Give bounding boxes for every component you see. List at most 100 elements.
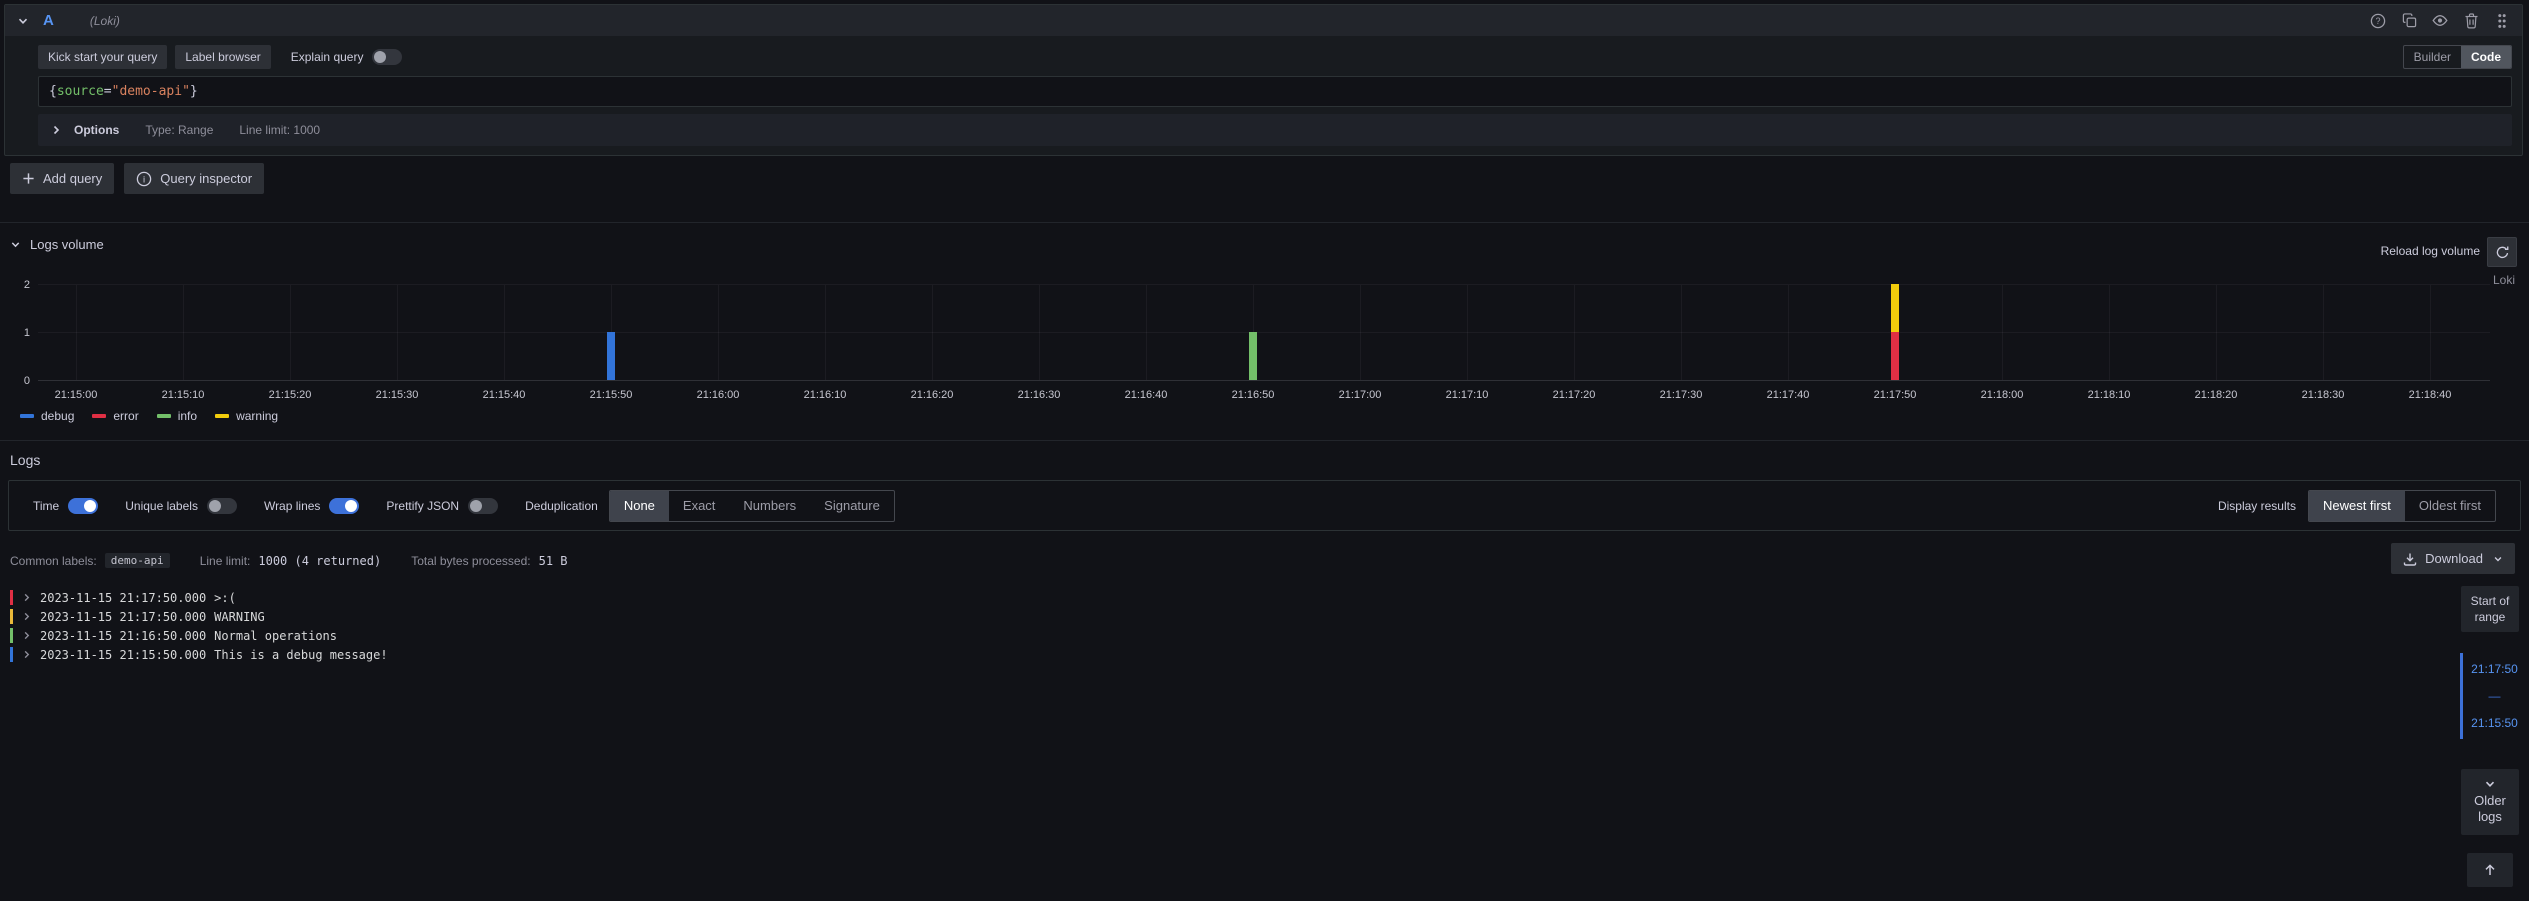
hide-response-eye-icon[interactable] [2432,13,2448,29]
chart-gridline-v [1681,285,1682,380]
help-icon[interactable]: ? [2370,13,2386,29]
remove-query-trash-icon[interactable] [2463,13,2479,29]
logs-title: Logs [10,452,40,468]
add-query-button[interactable]: Add query [10,163,114,194]
query-options-row[interactable]: Options Type: Range Line limit: 1000 [38,114,2512,146]
logs-volume-chart-plot[interactable] [38,285,2490,381]
chart-gridline-v [1039,285,1040,380]
log-level-indicator-info [10,628,13,643]
toggle-prettify-json[interactable] [468,498,498,514]
x-axis-tick-label: 21:15:20 [269,389,312,401]
toggle-unique-labels[interactable] [207,498,237,514]
log-rows-list: 2023-11-15 21:17:50.000>:(2023-11-15 21:… [10,588,2439,664]
options-label: Options [74,123,119,137]
legend-swatch-info [157,414,171,418]
chart-bar-info[interactable] [1249,332,1257,380]
query-datasource-label: (Loki) [90,14,120,28]
chart-gridline-v [2323,285,2324,380]
order-oldest-first[interactable]: Oldest first [2405,491,2495,521]
download-icon [2403,552,2417,566]
chart-gridline-v [397,285,398,380]
label-browser-button[interactable]: Label browser [175,45,270,69]
log-row[interactable]: 2023-11-15 21:17:50.000>:( [10,588,2439,607]
total-bytes-value: 51 B [539,554,568,568]
order-newest-first[interactable]: Newest first [2309,491,2405,521]
log-range-selector[interactable]: 21:17:50 — 21:15:50 [2460,653,2520,739]
x-axis-tick-label: 21:17:00 [1339,389,1382,401]
chart-gridline-v [1574,285,1575,380]
toggle-knob [84,500,96,512]
toggle-wrap-lines[interactable] [329,498,359,514]
log-row[interactable]: 2023-11-15 21:17:50.000WARNING [10,607,2439,626]
x-axis-tick-label: 21:16:10 [804,389,847,401]
log-row[interactable]: 2023-11-15 21:16:50.000Normal operations [10,626,2439,645]
explore-page: A (Loki) ? [0,0,2529,901]
older-logs-button[interactable]: Older logs [2461,769,2519,835]
x-axis-tick-label: 21:15:40 [483,389,526,401]
kick-start-query-button[interactable]: Kick start your query [38,45,167,69]
dedup-exact[interactable]: Exact [669,491,730,521]
legend-item-error[interactable]: error [92,409,138,423]
query-header-actions: ? [2370,13,2510,29]
x-axis-tick-label: 21:16:30 [1018,389,1061,401]
x-axis-tick-label: 21:17:40 [1767,389,1810,401]
query-toolbar: Kick start your query Label browser Expl… [38,45,2512,69]
log-row-expand-chevron-icon[interactable] [22,650,31,659]
chart-gridline-h [38,332,2490,333]
scroll-to-top-button[interactable] [2467,853,2513,887]
chart-gridline-v [932,285,933,380]
arrow-up-icon [2483,863,2497,877]
legend-item-debug[interactable]: debug [20,409,74,423]
x-axis-tick-label: 21:15:00 [55,389,98,401]
legend-item-info[interactable]: info [157,409,197,423]
y-axis-tick-label: 2 [24,279,30,291]
chart-gridline-v [2109,285,2110,380]
download-button[interactable]: Download [2391,543,2515,574]
log-row-expand-chevron-icon[interactable] [22,631,31,640]
query-ref-id[interactable]: A [43,12,54,29]
collapse-query-chevron-down-icon[interactable] [17,15,29,27]
toggle-item-time: Time [33,498,98,514]
options-type: Type: Range [145,123,213,137]
logs-volume-header[interactable]: Logs volume [10,237,104,252]
chart-bar-error[interactable] [1891,332,1899,380]
y-axis-tick-label: 1 [24,327,30,339]
chart-bar-debug[interactable] [607,332,615,380]
dedup-none[interactable]: None [610,491,669,521]
log-row-expand-chevron-icon[interactable] [22,593,31,602]
x-axis-tick-label: 21:17:10 [1446,389,1489,401]
older-logs-chevron-down-icon [2484,778,2496,790]
logs-toggles: TimeUnique labelsWrap linesPrettify JSON [33,498,498,514]
query-inspector-button[interactable]: i Query inspector [124,163,264,194]
legend-item-warning[interactable]: warning [215,409,278,423]
copy-query-icon[interactable] [2401,13,2417,29]
range-from-time: 21:17:50 [2471,662,2518,676]
range-to-time: 21:15:50 [2471,716,2518,730]
log-row[interactable]: 2023-11-15 21:15:50.000This is a debug m… [10,645,2439,664]
options-chevron-right-icon[interactable] [51,125,61,135]
dedup-numbers[interactable]: Numbers [729,491,810,521]
log-row-expand-chevron-icon[interactable] [22,612,31,621]
chart-gridline-v [183,285,184,380]
dedup-signature[interactable]: Signature [810,491,894,521]
toggle-time[interactable] [68,498,98,514]
log-level-indicator-error [10,590,13,605]
mode-code[interactable]: Code [2461,46,2511,68]
toggle-knob [470,500,482,512]
toggle-knob [209,500,221,512]
chart-gridline-v [718,285,719,380]
query-code-input[interactable]: {source="demo-api"} [38,76,2512,107]
reload-log-volume-button[interactable] [2487,237,2517,267]
drag-handle-icon[interactable] [2494,13,2510,29]
chart-gridline-v [2216,285,2217,380]
explain-query-toggle[interactable] [372,49,402,65]
mode-builder[interactable]: Builder [2404,46,2461,68]
chart-bar-warning[interactable] [1891,284,1899,332]
x-axis-tick-label: 21:15:50 [590,389,633,401]
display-results-group: Newest firstOldest first [2308,490,2496,522]
reload-log-volume-label[interactable]: Reload log volume [2381,244,2480,258]
legend-label-error: error [113,409,138,423]
toggle-knob [345,500,357,512]
logs-volume-section: Logs volume Reload log volume Loki 012 2… [0,222,2529,440]
query-editor-panel: A (Loki) ? [4,4,2523,156]
